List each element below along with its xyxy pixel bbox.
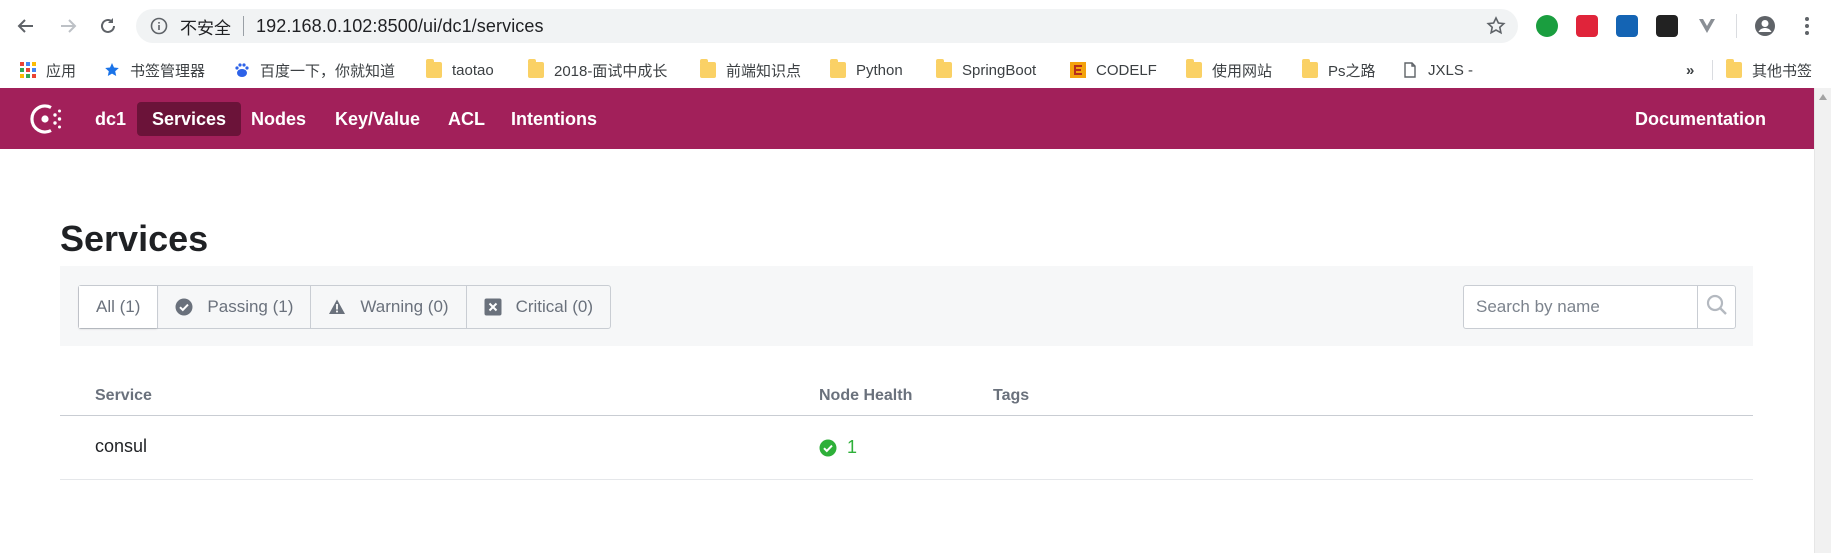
- bookmark-label: 2018-面试中成长: [554, 62, 668, 80]
- bookmark-label: 百度一下，你就知道: [260, 62, 396, 80]
- bookmark-folder-sites[interactable]: 使用网站: [1186, 58, 1272, 82]
- apps-grid-icon: [20, 62, 36, 78]
- reload-icon[interactable]: [94, 12, 122, 40]
- extension-dots-icon[interactable]: [1656, 15, 1678, 37]
- check-circle-icon: [819, 439, 837, 457]
- filter-bar: All (1) Passing (1) Warning (0) Critical…: [60, 266, 1753, 346]
- column-header-service: Service: [95, 387, 152, 404]
- address-bar[interactable]: 不安全 192.168.0.102:8500/ui/dc1/services: [136, 9, 1518, 43]
- services-table: Service Node Health Tags consul 1: [60, 375, 1753, 480]
- bookmark-label: CODELF: [1096, 61, 1157, 79]
- app-header: dc1 Services Nodes Key/Value ACL Intenti…: [0, 88, 1814, 149]
- bookmark-folder-python[interactable]: Python: [830, 58, 903, 82]
- url-text[interactable]: 192.168.0.102:8500/ui/dc1/services: [256, 16, 544, 37]
- bookmarks-overflow-button[interactable]: »: [1686, 58, 1694, 82]
- folder-icon: [830, 59, 846, 78]
- forward-icon[interactable]: [54, 12, 82, 40]
- bookmark-label: JXLS -: [1428, 61, 1474, 79]
- table-row[interactable]: consul 1: [60, 416, 1753, 480]
- search-icon: [1706, 294, 1728, 321]
- bookmark-star-icon[interactable]: [1486, 16, 1506, 36]
- page-title: Services: [60, 218, 209, 259]
- filter-critical[interactable]: Critical (0): [465, 286, 610, 328]
- table-header: Service Node Health Tags: [60, 375, 1753, 416]
- info-icon[interactable]: [150, 17, 168, 35]
- nav-services[interactable]: Services: [137, 102, 242, 136]
- codelf-icon: [1070, 62, 1086, 78]
- column-header-node-health: Node Health: [819, 387, 913, 404]
- bookmark-other[interactable]: 其他书签: [1726, 58, 1812, 82]
- service-name[interactable]: consul: [95, 436, 147, 457]
- bookmark-jxls[interactable]: JXLS -: [1402, 58, 1473, 82]
- critical-x-icon: [484, 298, 502, 316]
- column-header-tags: Tags: [993, 387, 1030, 404]
- bookmark-apps[interactable]: 应用: [20, 58, 76, 82]
- account-icon[interactable]: [1754, 15, 1776, 37]
- bookmark-label: 书签管理器: [130, 62, 206, 80]
- folder-icon: [426, 59, 442, 78]
- bookmark-label: 应用: [46, 62, 77, 80]
- bookmark-folder-taotao[interactable]: taotao: [426, 58, 494, 82]
- star-icon: [104, 62, 120, 78]
- back-icon[interactable]: [12, 12, 40, 40]
- baidu-icon: [234, 62, 250, 78]
- menu-icon[interactable]: [1796, 15, 1818, 37]
- folder-icon: [528, 59, 544, 78]
- folder-icon: [700, 59, 716, 78]
- page-scrollbar[interactable]: [1814, 88, 1831, 553]
- bookmark-label: SpringBoot: [962, 61, 1037, 79]
- bookmark-label: Python: [856, 61, 903, 79]
- nav-intentions[interactable]: Intentions: [496, 102, 612, 136]
- node-health-cell: 1: [819, 437, 857, 458]
- toolbar-divider: [1736, 14, 1737, 38]
- bookmark-label: 前端知识点: [726, 62, 802, 80]
- bookmark-baidu[interactable]: 百度一下，你就知道: [234, 58, 395, 82]
- consul-logo-icon[interactable]: [28, 102, 66, 136]
- insecure-label: 不安全: [180, 18, 231, 38]
- health-filter-group: All (1) Passing (1) Warning (0) Critical…: [78, 285, 612, 329]
- search-input[interactable]: [1464, 286, 1697, 328]
- folder-icon: [1186, 59, 1202, 78]
- bookmark-label: taotao: [452, 61, 494, 79]
- page-icon: [1402, 62, 1418, 78]
- bookmark-codelf[interactable]: CODELF: [1070, 58, 1157, 82]
- bookmark-folder-interview[interactable]: 2018-面试中成长: [528, 58, 667, 82]
- extension-translate-icon[interactable]: [1616, 15, 1638, 37]
- browser-toolbar: 不安全 192.168.0.102:8500/ui/dc1/services: [0, 0, 1831, 52]
- filter-all[interactable]: All (1): [79, 286, 158, 328]
- check-circle-icon: [175, 298, 193, 316]
- bookmarks-divider: [1712, 60, 1713, 80]
- filter-label: Passing (1): [207, 297, 294, 316]
- bookmark-folder-frontend[interactable]: 前端知识点: [700, 58, 801, 82]
- extension-fe-icon[interactable]: [1576, 15, 1598, 37]
- bookmark-label: 其他书签: [1752, 62, 1813, 80]
- search-button[interactable]: [1697, 286, 1735, 328]
- address-separator: [243, 16, 244, 36]
- bookmark-label: Ps之路: [1328, 62, 1376, 80]
- bookmark-folder-springboot[interactable]: SpringBoot: [936, 58, 1036, 82]
- bookmark-folder-ps[interactable]: Ps之路: [1302, 58, 1376, 82]
- filter-label: Critical (0): [515, 297, 594, 316]
- filter-label: All (1): [96, 297, 141, 316]
- nav-nodes[interactable]: Nodes: [236, 102, 321, 136]
- extension-v-icon[interactable]: [1696, 15, 1718, 37]
- warning-icon: [328, 298, 346, 316]
- nav-key-value[interactable]: Key/Value: [320, 102, 435, 136]
- bookmarks-bar: 应用 书签管理器 百度一下，你就知道 taotao 2018-面试中成长 前端知…: [0, 52, 1831, 88]
- extension-shield-icon[interactable]: [1536, 15, 1558, 37]
- folder-icon: [1302, 59, 1318, 78]
- bookmark-manager[interactable]: 书签管理器: [104, 58, 205, 82]
- nav-acl[interactable]: ACL: [433, 102, 500, 136]
- filter-warning[interactable]: Warning (0): [310, 286, 465, 328]
- folder-icon: [1726, 59, 1742, 78]
- scroll-up-icon[interactable]: [1819, 94, 1827, 100]
- search-box: [1463, 285, 1736, 329]
- datacenter-selector[interactable]: dc1: [80, 102, 141, 136]
- bookmark-label: 使用网站: [1212, 62, 1273, 80]
- filter-passing[interactable]: Passing (1): [157, 286, 310, 328]
- filter-label: Warning (0): [360, 297, 449, 316]
- documentation-link[interactable]: Documentation: [1635, 102, 1766, 136]
- folder-icon: [936, 59, 952, 78]
- node-health-count: 1: [847, 437, 858, 457]
